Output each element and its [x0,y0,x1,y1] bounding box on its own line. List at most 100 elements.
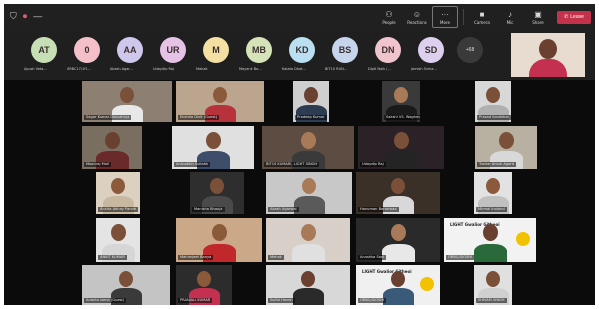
video-tile[interactable]: Mahimjeet Banya [176,218,262,262]
participant-chip[interactable]: AA Akash Agar... [110,35,150,77]
reactions-button[interactable]: ☺ Reactions [404,6,430,28]
reactions-icon: ☺ [412,9,422,19]
participant-name-tag: ORBC/GIOSHI [358,298,387,303]
participant-head [304,87,318,103]
participant-chip[interactable]: 0 0RBC17/1f1... [67,35,107,77]
more-button[interactable]: ··· More [432,6,458,28]
video-tile[interactable]: Hanuman Baranwaa [356,172,440,214]
people-button[interactable]: ⚇ People [376,6,402,28]
video-tile[interactable]: PRANJALI KUMAR [176,265,232,305]
toolbar-left: ⛉ ⏺ — [10,11,42,21]
participant-chip[interactable]: AT Ayush Veta... [24,35,64,77]
video-tile[interactable]: Prasad Kondekar [475,81,511,122]
share-label: Share [532,19,544,25]
participant-head [394,87,408,103]
participant-name: Udaydip Raj [153,67,174,71]
video-tile[interactable]: Pradeep Kumar [293,81,329,122]
participant-name-tag: Mahimjeet Banya [178,255,214,260]
participant-chip[interactable]: MB Mayank Bo... [239,35,279,77]
participant-name-tag: Ekshita Dixit (Guest) [178,115,220,120]
participant-name: BIT10 RUN... [325,67,348,71]
self-view-video[interactable] [511,33,585,77]
participant-head [393,132,409,149]
participant-head [110,224,126,241]
more-icon: ··· [441,9,449,19]
meeting-timer: — [33,11,43,21]
participant-head [391,178,405,194]
participant-head [486,87,500,103]
participant-name: Mahak [196,67,208,71]
participant-chip[interactable]: KD Kalata Dhat... [282,35,322,77]
participant-name-tag: ANKIT KUMAR [98,255,127,260]
video-tile[interactable]: Ekshita Dixit (Guest) [176,81,264,122]
bulb-logo-icon [516,232,530,246]
participant-name-tag: Moonraj Mall [84,162,111,167]
camera-button[interactable]: ■ Camera [469,6,495,28]
meeting-window: ⛉ ⏺ — ⚇ People ☺ Reactions ··· More ■ Ca… [4,4,595,305]
avatar: BS [332,37,358,63]
participant-head [486,271,500,287]
participant-chip[interactable]: M Mahak [196,35,236,77]
participant-head [104,132,120,149]
video-tile[interactable]: Mirmal Inoland [474,172,512,214]
video-tile[interactable]: BIT10 KUMARI, LIGHT SINGH [262,126,354,169]
participant-head [486,178,500,194]
mic-button[interactable]: ♪ Mic [497,6,523,28]
video-tile[interactable]: Saiful Haven [266,265,350,305]
participant-strip: AT Ayush Veta... 0 0RBC17/1f1... AA Akash Aga… [4,30,595,80]
participant-name-tag: ORBC/GIOSHI [446,255,475,260]
participant-head [211,224,227,241]
toolbar-divider [463,9,464,25]
participant-name-tag: Hanuman Baranwaa [358,207,399,212]
video-tile[interactable]: Anushka Soni [356,218,440,262]
video-tile[interactable]: Manisha Bhauja [190,172,244,214]
share-button[interactable]: ▣ Share [525,6,551,28]
participant-head [300,224,316,241]
participant-head [482,224,498,241]
video-tile[interactable]: Ananta soma (Guest) [82,265,170,305]
participant-head [302,178,316,194]
meeting-toolbar: ⛉ ⏺ — ⚇ People ☺ Reactions ··· More ■ Ca… [4,4,595,30]
mic-label: Mic [506,19,514,25]
video-tile[interactable]: SHIVAM SINGH [474,265,512,305]
shield-icon: ⛉ [10,11,17,21]
video-tile[interactable]: Moonraj Mall [82,126,142,169]
participant-body [473,244,507,262]
participant-name-tag: Akash Agarwal [268,207,299,212]
video-tile[interactable]: Akash Agarwal [266,172,352,214]
video-tile[interactable]: Sagar Kumar Dwivahrya [82,81,172,122]
participant-name-tag: Anisuddin Sullabh [174,162,211,167]
participant-head [301,271,315,287]
video-tile[interactable]: ANKIT KUMAR [96,218,140,262]
leave-button[interactable]: ✆ Leave [557,10,591,24]
participant-head [391,271,405,287]
participant-head [197,271,211,287]
participant-body [382,288,414,305]
avatar: M [203,37,229,63]
video-tile[interactable]: Sakshi VS. Waghmare [382,81,420,122]
participant-name: 0RBC17/1f1... [67,67,92,71]
video-tile[interactable]: Udaydip Raj [358,126,444,169]
participant-body [291,244,325,262]
participant-name-tag: Mirmal Inoland [476,207,507,212]
participant-head [390,224,406,241]
video-tile[interactable]: LIGHT Gwalior Githeoi ORBC/GIOSHI [444,218,536,262]
participant-name-tag: Pradeep Kumar [295,115,327,120]
toolbar-right: ⚇ People ☺ Reactions ··· More ■ Camera ♪… [376,6,591,28]
participant-chip[interactable]: UR Udaydip Raj [153,35,193,77]
participant-chip[interactable]: SD jomish Sinha... [411,35,451,77]
video-tile[interactable]: LIGHT Gwalior Githeoi ORBC/GIOSHI [356,265,440,305]
participant-chip[interactable]: BS BIT10 RUN... [325,35,365,77]
participant-name: jomish Sinha... [411,67,437,71]
video-tile[interactable]: Tushar Amuk Agard [475,126,537,169]
record-indicator: ⏺ [22,11,28,21]
reactions-label: Reactions [407,19,427,25]
participant-name-tag: Sagar Kumar Dwivahrya [84,115,132,120]
video-tile[interactable]: Ankita Abhay Pande [96,172,140,214]
people-label: People [382,19,396,25]
camera-icon: ■ [479,9,485,19]
video-tile[interactable]: Anisuddin Sullabh [172,126,254,169]
more-participants-button[interactable]: +68 [457,37,483,63]
participant-chip[interactable]: DN Dipti Naik (... [368,35,408,77]
video-tile[interactable]: Mehak [266,218,350,262]
